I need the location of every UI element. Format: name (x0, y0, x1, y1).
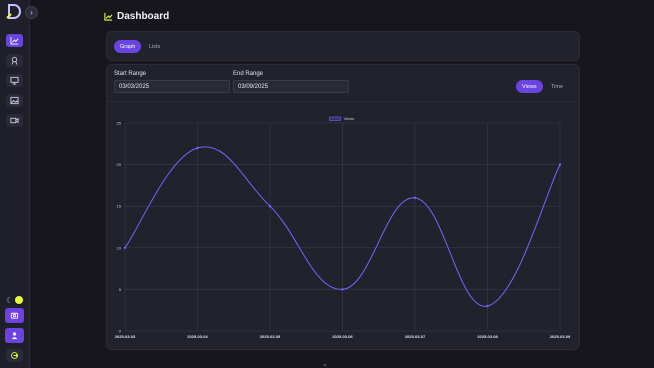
award-icon (11, 56, 18, 65)
data-point (558, 163, 562, 166)
data-point (341, 288, 344, 291)
view-tabs: Graph Lists (106, 31, 580, 61)
sidebar-item-profile[interactable] (5, 328, 24, 343)
legend-swatch (329, 116, 341, 121)
x-tick-label: 2025-03-08 (477, 334, 498, 339)
logout-button[interactable] (6, 349, 23, 362)
theme-toggle[interactable]: ☾ (6, 295, 24, 305)
moon-icon: ☾ (6, 296, 14, 305)
monitor-icon (10, 76, 19, 85)
sidebar-item-media[interactable] (6, 94, 23, 107)
logout-icon (11, 352, 19, 359)
x-tick-label: 2025-03-03 (115, 334, 136, 339)
data-point (123, 246, 127, 249)
sidebar-item-awards[interactable] (6, 54, 23, 67)
chart-icon (10, 36, 19, 45)
image-icon (10, 96, 19, 105)
sidebar-collapse-button[interactable]: › (25, 6, 38, 19)
x-tick-label: 2025-03-04 (187, 334, 208, 339)
date-filters: Start Range 03/03/2025 End Range 03/09/2… (107, 65, 579, 102)
views-line-chart: 0 5 10 15 20 25 2025-03-03 2025-03-04 2025-03-05… (115, 116, 571, 339)
sidebar: ☾ (0, 0, 30, 368)
legend-label: Views (344, 116, 355, 121)
views-toggle-button[interactable]: Views (516, 80, 543, 93)
sidebar-item-dashboard[interactable] (6, 34, 23, 47)
x-tick-label: 2025-03-05 (260, 334, 281, 339)
camera-icon (10, 312, 19, 319)
end-range-label: End Range (233, 71, 264, 77)
logo-icon (6, 4, 21, 19)
y-tick-label: 10 (117, 245, 122, 250)
page-header: Dashboard (104, 9, 169, 23)
tab-lists[interactable]: Lists (143, 40, 166, 53)
data-point (268, 205, 272, 208)
y-tick-label: 20 (117, 162, 122, 167)
y-tick-label: 0 (119, 329, 122, 334)
sidebar-item-display[interactable] (6, 74, 23, 87)
x-tick-label: 2025-03-07 (405, 334, 426, 339)
sun-icon (15, 296, 23, 304)
page-title: Dashboard (117, 10, 170, 22)
data-point (196, 146, 199, 150)
y-tick-label: 15 (117, 204, 122, 209)
end-range-input[interactable]: 03/09/2025 (233, 80, 349, 93)
y-tick-label: 25 (117, 121, 122, 126)
sidebar-item-camera[interactable] (5, 308, 24, 323)
data-point (413, 196, 417, 200)
time-toggle-button[interactable]: Time (545, 80, 569, 93)
data-point (486, 304, 489, 308)
scroll-down-icon[interactable]: ⌄ (322, 360, 328, 368)
sidebar-item-video[interactable] (6, 114, 23, 127)
x-tick-label: 2025-03-06 (332, 334, 353, 339)
y-tick-label: 5 (119, 287, 122, 292)
x-tick-label: 2025-03-09 (550, 334, 571, 339)
user-icon (11, 332, 18, 340)
graph-panel: Start Range 03/03/2025 End Range 03/09/2… (106, 64, 580, 350)
chart-icon (104, 12, 113, 21)
start-range-label: Start Range (114, 71, 147, 77)
video-icon (10, 117, 19, 124)
tab-graph[interactable]: Graph (114, 40, 142, 53)
start-range-input[interactable]: 03/03/2025 (114, 80, 230, 93)
chevron-right-icon: › (30, 8, 33, 17)
